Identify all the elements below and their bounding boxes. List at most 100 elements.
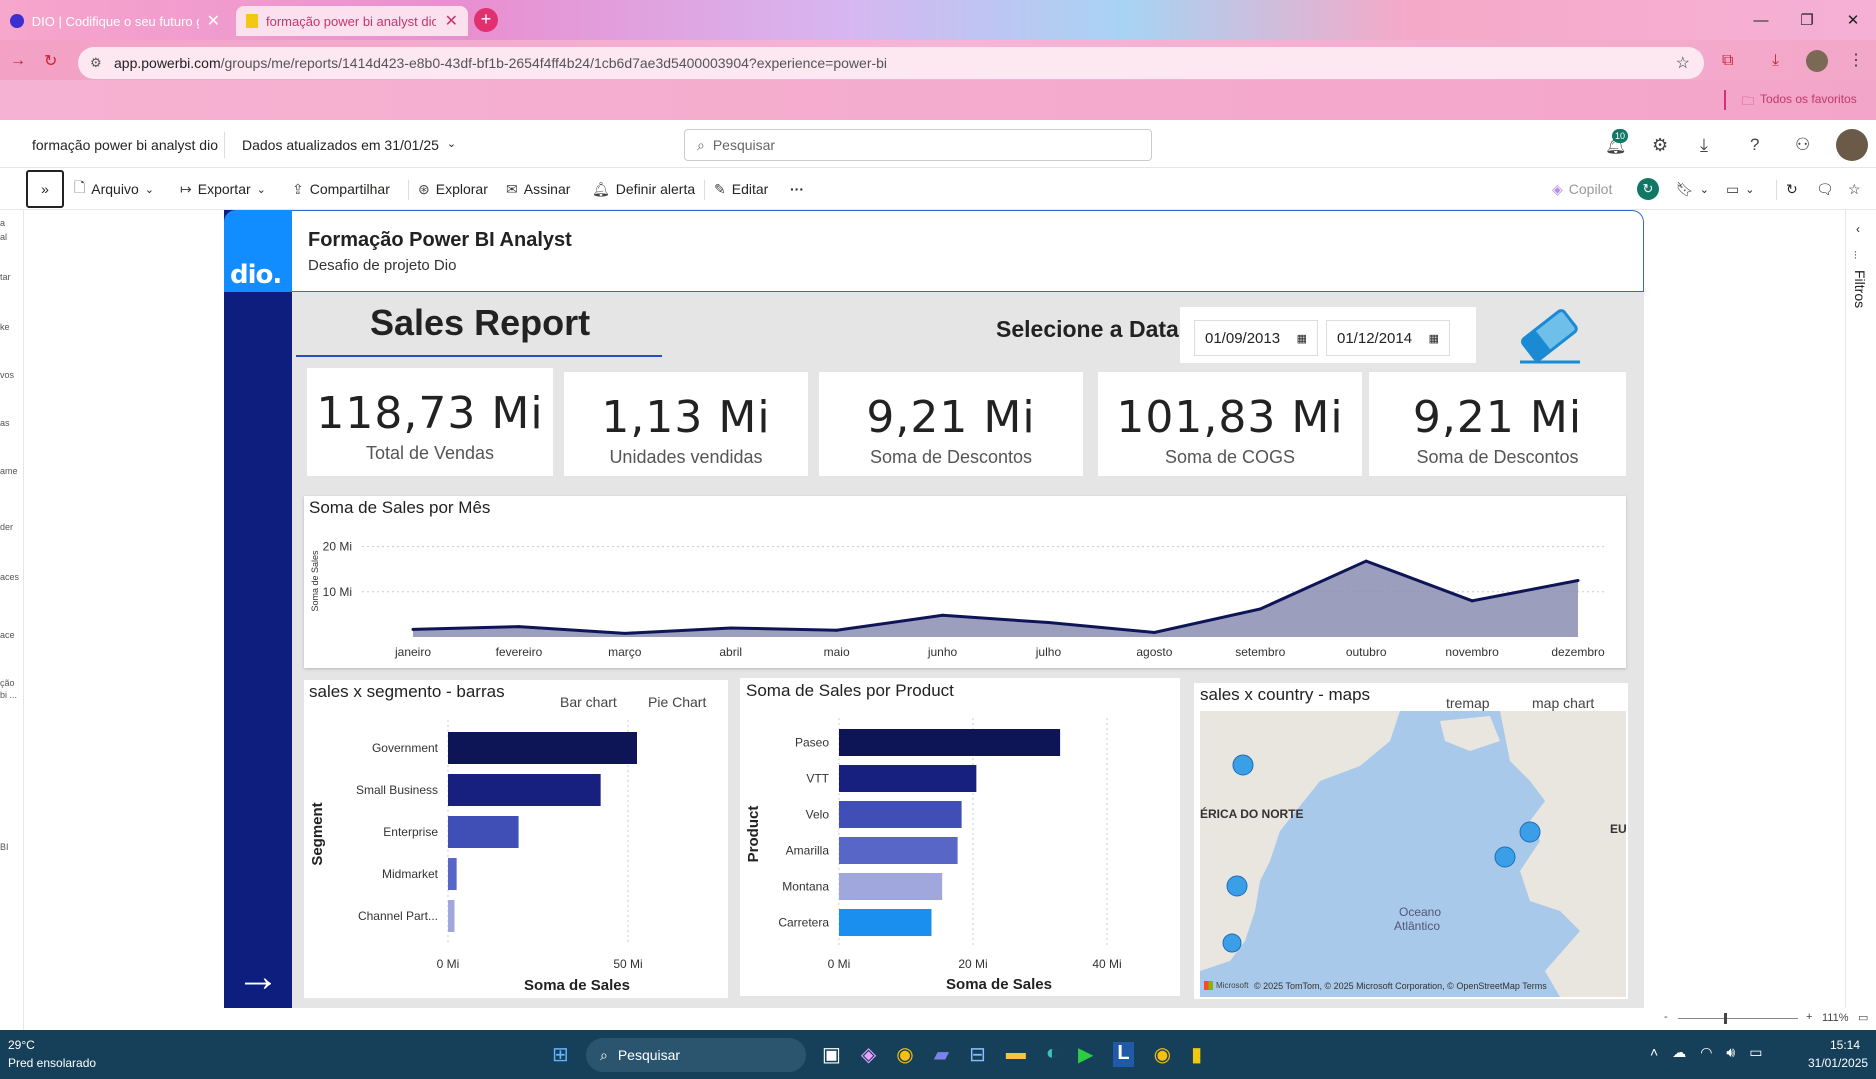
nav-item-fragment[interactable]: a (0, 218, 5, 228)
media-icon[interactable]: ▶ (1078, 1042, 1093, 1067)
sales-by-country-visual[interactable]: sales x country - maps tremap map chart … (1194, 683, 1628, 999)
site-settings-icon[interactable]: ⚙ (90, 55, 102, 71)
restore-icon[interactable]: ❐ (1784, 0, 1830, 40)
l-app-icon[interactable]: L (1113, 1042, 1134, 1067)
bookmark-menu[interactable]: 🔖︎ ⌄ (1676, 178, 1709, 200)
nav-item-fragment[interactable]: ame (0, 466, 18, 476)
next-page-arrow-icon[interactable]: → (236, 955, 280, 999)
edge-icon[interactable]: ◐ (1046, 1042, 1058, 1067)
bookmark-star-icon[interactable]: ☆ (1676, 53, 1690, 73)
close-tab-icon[interactable]: ✕ (207, 11, 220, 31)
nav-item-fragment[interactable]: ção (0, 678, 15, 688)
expand-filters-icon[interactable]: ‹ (1856, 222, 1860, 236)
chevron-down-icon: ⌄ (256, 183, 266, 196)
profile-avatar[interactable] (1806, 50, 1828, 72)
nav-item-fragment[interactable]: as (0, 418, 10, 428)
weather-desc[interactable]: Pred ensolarado (8, 1056, 96, 1070)
assinar-button[interactable]: ✉ Assinar (506, 178, 570, 200)
user-avatar[interactable] (1836, 129, 1868, 161)
download-icon[interactable]: ⤓ (1772, 52, 1779, 70)
date-from-input[interactable]: 01/09/2013 ▦ (1194, 320, 1318, 356)
more-options-button[interactable]: ··· (790, 178, 804, 200)
treemap-tab[interactable]: tremap (1446, 695, 1490, 711)
zoom-out-icon[interactable]: - (1664, 1011, 1668, 1023)
view-menu[interactable]: ▭ ⌄ (1726, 178, 1754, 200)
map-chart-tab[interactable]: map chart (1532, 695, 1594, 711)
zoom-slider[interactable] (1678, 1018, 1798, 1019)
exportar-menu[interactable]: ↦ Exportar ⌄ (180, 178, 266, 200)
nav-item-fragment[interactable]: ace (0, 630, 15, 640)
nav-item-fragment[interactable]: vos (0, 370, 14, 380)
copilot-button[interactable]: ◈ Copilot (1552, 178, 1612, 200)
chevron-up-icon[interactable]: ˄ (1650, 1044, 1658, 1061)
teams-icon[interactable]: ▰ (934, 1042, 949, 1067)
pbi-download-icon[interactable]: ⤓ (1700, 135, 1708, 156)
nav-item-fragment[interactable]: tar (0, 272, 11, 282)
pbi-search-input[interactable]: ⌕ Pesquisar (684, 129, 1152, 161)
definir-alerta-button[interactable]: 🔔︎ Definir alerta (592, 178, 695, 200)
explorar-button[interactable]: ⊛ Explorar (418, 178, 488, 200)
category-label: Montana (782, 880, 829, 894)
share-feedback-icon[interactable]: ⚇ (1795, 135, 1810, 155)
weather-temp[interactable]: 29°C (8, 1038, 35, 1052)
nav-item-fragment[interactable]: aces (0, 572, 19, 582)
fit-page-icon[interactable]: ▭ (1858, 1011, 1868, 1024)
editar-button[interactable]: ✎ Editar (714, 178, 768, 200)
tab-powerbi[interactable]: formação power bi analyst dio ✕ (236, 6, 468, 36)
refresh-icon[interactable]: ↻ (1786, 178, 1798, 200)
extensions-icon[interactable]: ⧉ (1722, 52, 1733, 70)
nav-item-fragment[interactable]: bi ... (0, 690, 17, 700)
bar (448, 858, 457, 890)
taskbar-search[interactable]: ⌕ Pesquisar (586, 1038, 806, 1072)
expand-pane-button[interactable]: » (26, 170, 64, 208)
nav-item-fragment[interactable]: al (0, 232, 7, 242)
sales-by-product-visual[interactable]: Soma de Sales por Product 0 Mi 20 Mi 40 Mi… (740, 678, 1180, 996)
comment-icon[interactable]: 🗨︎ (1816, 178, 1834, 200)
data-updated-dropdown[interactable]: Dados atualizados em 31/01/25 ⌄ (242, 137, 456, 153)
nav-item-fragment[interactable]: ke (0, 322, 10, 332)
help-icon[interactable]: ? (1750, 135, 1759, 155)
sales-by-segment-visual[interactable]: sales x segmento - barras Bar chart Pie … (304, 680, 728, 998)
map-area[interactable]: ÉRICA DO NORTE EU Oceano Atlântico Micro… (1200, 711, 1626, 997)
arquivo-menu[interactable]: 🗋 Arquivo ⌄ (74, 178, 154, 200)
task-view-icon[interactable]: ▣ (822, 1042, 841, 1067)
copilot-app-icon[interactable]: ◈ (861, 1042, 876, 1067)
nav-item-fragment[interactable]: BI (0, 842, 9, 852)
reset-icon[interactable]: ↻ (1637, 178, 1659, 200)
editar-label: Editar (731, 181, 769, 197)
url-field[interactable]: ⚙ app.powerbi.com/groups/me/reports/1414… (78, 47, 1704, 79)
forward-icon[interactable]: → (10, 52, 26, 70)
battery-icon[interactable]: ▭ (1749, 1044, 1762, 1061)
cloud-icon[interactable]: ☁ (1672, 1044, 1686, 1061)
reload-icon[interactable]: ↻ (44, 51, 57, 71)
date-to-input[interactable]: 01/12/2014 ▦ (1326, 320, 1450, 356)
chrome-active-icon[interactable]: ◉ (1154, 1042, 1171, 1067)
wifi-icon[interactable]: ◠ (1700, 1044, 1712, 1061)
store-icon[interactable]: ⊟ (969, 1042, 986, 1067)
powerbi-app-icon[interactable]: ▮ (1191, 1042, 1202, 1067)
map-attribution[interactable]: © 2025 TomTom, © 2025 Microsoft Corporat… (1254, 981, 1547, 991)
workspace-name[interactable]: formação power bi analyst dio (32, 137, 218, 153)
all-bookmarks-button[interactable]: 🗀 Todos os favoritos (1742, 92, 1857, 113)
minimize-icon[interactable]: — (1738, 0, 1784, 40)
file-explorer-icon[interactable]: ▬ (1006, 1042, 1026, 1067)
zoom-slider-handle[interactable] (1724, 1013, 1727, 1024)
zoom-in-icon[interactable]: + (1806, 1011, 1812, 1023)
windows-start-icon[interactable]: ⊞ (552, 1042, 569, 1067)
filters-pane-collapsed[interactable]: ‹ ⫶ Filtros (1845, 210, 1876, 1030)
tab-dio[interactable]: DIO | Codifique o seu futuro glo ✕ (0, 6, 230, 36)
volume-icon[interactable]: 🔊︎ (1726, 1044, 1735, 1061)
compartilhar-button[interactable]: ⇪ Compartilhar (292, 178, 390, 200)
browser-menu-icon[interactable]: ⋮ (1848, 50, 1864, 70)
close-tab-icon[interactable]: ✕ (445, 11, 458, 31)
chrome-icon[interactable]: ◉ (896, 1042, 913, 1067)
subscribe-icon: ✉ (506, 180, 518, 197)
settings-icon[interactable]: ⚙ (1652, 135, 1668, 156)
nav-item-fragment[interactable]: der (0, 522, 13, 532)
favorite-star-icon[interactable]: ☆ (1848, 178, 1861, 200)
eraser-icon[interactable] (1514, 306, 1586, 366)
sales-by-month-visual[interactable]: Soma de Sales por Mês 10 Mi 20 Mi Soma de … (304, 496, 1626, 668)
new-tab-button[interactable]: + (474, 8, 498, 32)
close-window-icon[interactable]: ✕ (1830, 0, 1876, 40)
clock[interactable]: 15:14 31/01/2025 (1808, 1038, 1868, 1070)
